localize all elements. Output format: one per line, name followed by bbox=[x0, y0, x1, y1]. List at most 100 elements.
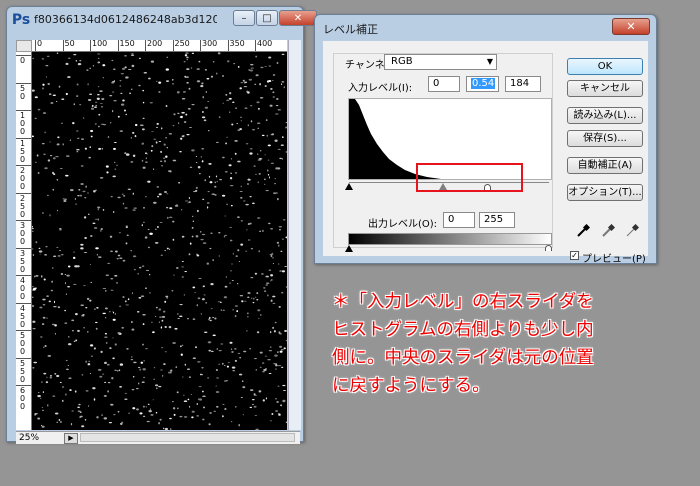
noise-speck bbox=[152, 331, 155, 334]
noise-speck bbox=[216, 181, 218, 183]
noise-speck bbox=[101, 148, 103, 150]
noise-speck bbox=[149, 292, 151, 294]
gray-eyedropper-icon[interactable] bbox=[601, 223, 616, 238]
output-black-slider[interactable] bbox=[345, 245, 353, 252]
auto-button[interactable]: 自動補正(A) bbox=[567, 157, 643, 174]
noise-speck bbox=[187, 398, 190, 401]
noise-speck bbox=[142, 101, 145, 104]
noise-speck bbox=[262, 229, 264, 233]
noise-speck bbox=[40, 397, 42, 400]
dialog-close-button[interactable]: ✕ bbox=[612, 18, 650, 35]
preview-checkbox[interactable]: ✓ bbox=[570, 251, 579, 260]
noise-speck bbox=[66, 155, 70, 158]
cancel-button[interactable]: キャンセル bbox=[567, 80, 643, 97]
black-eyedropper-icon[interactable] bbox=[576, 223, 591, 238]
noise-speck bbox=[113, 68, 116, 71]
noise-speck bbox=[144, 236, 148, 239]
noise-speck bbox=[267, 173, 270, 176]
noise-speck bbox=[155, 306, 158, 309]
noise-speck bbox=[198, 386, 202, 388]
input-gamma-field[interactable]: 0.54 bbox=[466, 76, 499, 92]
minimize-button[interactable]: – bbox=[233, 10, 255, 26]
noise-speck bbox=[127, 298, 130, 301]
vertical-ruler[interactable]: 0 50 100 150 200 250 300 350 400 450 500 550 600 bbox=[16, 52, 32, 430]
noise-speck bbox=[109, 95, 113, 97]
noise-speck bbox=[197, 166, 201, 169]
noise-speck bbox=[210, 282, 214, 286]
noise-speck bbox=[97, 53, 101, 55]
noise-speck bbox=[90, 107, 95, 110]
noise-speck bbox=[229, 92, 232, 95]
options-button[interactable]: オプション(T)... bbox=[567, 184, 643, 201]
noise-speck bbox=[272, 79, 274, 82]
noise-speck bbox=[283, 86, 285, 89]
noise-speck bbox=[254, 272, 258, 275]
noise-speck bbox=[142, 314, 146, 316]
horizontal-scrollbar[interactable] bbox=[80, 433, 295, 442]
noise-speck bbox=[158, 422, 160, 425]
ruler-tick bbox=[62, 40, 64, 51]
load-button[interactable]: 読み込み(L)... bbox=[567, 107, 643, 124]
noise-speck bbox=[240, 116, 242, 118]
noise-speck bbox=[237, 249, 240, 252]
zoom-level[interactable]: 25% bbox=[19, 432, 39, 444]
close-button[interactable]: ✕ bbox=[279, 10, 317, 26]
noise-speck bbox=[198, 278, 202, 279]
noise-speck bbox=[89, 146, 91, 149]
noise-speck bbox=[140, 361, 144, 364]
output-black-field[interactable]: 0 bbox=[443, 212, 475, 228]
noise-speck bbox=[56, 101, 58, 102]
noise-speck bbox=[133, 207, 137, 209]
noise-speck bbox=[202, 96, 204, 99]
status-menu-arrow-icon[interactable]: ▶ bbox=[64, 433, 78, 444]
noise-speck bbox=[208, 318, 210, 321]
output-white-slider[interactable] bbox=[545, 245, 552, 251]
noise-speck bbox=[239, 191, 243, 193]
save-button[interactable]: 保存(S)... bbox=[567, 130, 643, 147]
preview-label[interactable]: プレビュー(P) bbox=[582, 250, 646, 265]
image-canvas[interactable] bbox=[32, 52, 287, 430]
noise-speck bbox=[260, 314, 262, 316]
noise-speck bbox=[277, 109, 281, 111]
noise-speck bbox=[150, 414, 154, 416]
noise-speck bbox=[284, 330, 287, 332]
noise-speck bbox=[97, 206, 101, 209]
horizontal-ruler[interactable]: 0 50 100 150 200 250 300 350 400 bbox=[32, 40, 287, 52]
maximize-button[interactable]: □ bbox=[256, 10, 278, 26]
vertical-scrollbar[interactable] bbox=[288, 40, 301, 430]
ok-button[interactable]: OK bbox=[567, 58, 643, 75]
ruler-origin[interactable] bbox=[16, 40, 32, 52]
white-eyedropper-icon[interactable] bbox=[625, 223, 640, 238]
noise-speck bbox=[119, 257, 123, 260]
noise-speck bbox=[32, 254, 35, 256]
noise-speck bbox=[115, 250, 118, 253]
noise-speck bbox=[225, 94, 228, 96]
noise-speck bbox=[264, 154, 266, 156]
channel-select[interactable]: RGB ▼ bbox=[384, 54, 497, 70]
noise-speck bbox=[202, 285, 205, 288]
noise-speck bbox=[226, 203, 228, 206]
input-black-field[interactable]: 0 bbox=[428, 76, 460, 92]
noise-speck bbox=[159, 222, 163, 223]
noise-speck bbox=[191, 227, 194, 229]
noise-speck bbox=[260, 273, 264, 275]
noise-speck bbox=[92, 64, 95, 67]
noise-speck bbox=[224, 215, 226, 217]
noise-speck bbox=[273, 363, 276, 365]
noise-speck bbox=[218, 255, 221, 257]
noise-speck bbox=[44, 131, 46, 134]
input-white-field[interactable]: 184 bbox=[505, 76, 541, 92]
noise-speck bbox=[57, 255, 61, 257]
noise-speck bbox=[124, 300, 127, 303]
document-titlebar[interactable]: Ps f80366134d0612486248ab3d12028... – □ … bbox=[7, 7, 317, 33]
noise-speck bbox=[196, 415, 199, 417]
noise-speck bbox=[275, 364, 278, 367]
noise-speck bbox=[65, 368, 69, 371]
noise-speck bbox=[70, 189, 74, 192]
noise-speck bbox=[184, 363, 186, 366]
input-black-slider[interactable] bbox=[345, 183, 353, 190]
noise-speck bbox=[137, 311, 140, 313]
noise-speck bbox=[112, 318, 116, 321]
output-white-field[interactable]: 255 bbox=[479, 212, 515, 228]
noise-speck bbox=[67, 76, 71, 78]
